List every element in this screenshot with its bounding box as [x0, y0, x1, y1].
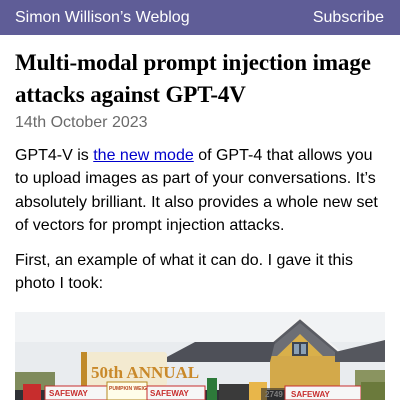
- article-title: Multi-modal prompt injection image attac…: [15, 50, 371, 107]
- store-sign-1: SAFEWAY: [49, 389, 88, 398]
- store-sign-2: SAFEWAY: [150, 389, 189, 398]
- store-sign-3: SAFEWAY: [291, 390, 330, 399]
- paragraph-1: GPT4-V is the new mode of GPT-4 that all…: [15, 144, 385, 237]
- paragraph-1-text-start: GPT4-V is: [15, 147, 94, 164]
- article-date[interactable]: 14th October 2023: [15, 113, 385, 133]
- pumpkin-weigh-off-photo: 50th ANNUAL SAFEWAY PUMPKIN WEIGH-OFF SA…: [15, 312, 385, 400]
- banner-text: 50th ANNUAL: [91, 363, 199, 382]
- article: Multi-modal prompt injection image attac…: [15, 47, 385, 296]
- paragraph-2: First, an example of what it can do. I g…: [15, 252, 353, 293]
- site-title-link[interactable]: Simon Willison’s Weblog: [15, 8, 190, 28]
- subscribe-link[interactable]: Subscribe: [313, 8, 384, 28]
- new-mode-link[interactable]: the new mode: [93, 147, 194, 164]
- site-header: Simon Willison’s Weblog Subscribe: [0, 0, 400, 35]
